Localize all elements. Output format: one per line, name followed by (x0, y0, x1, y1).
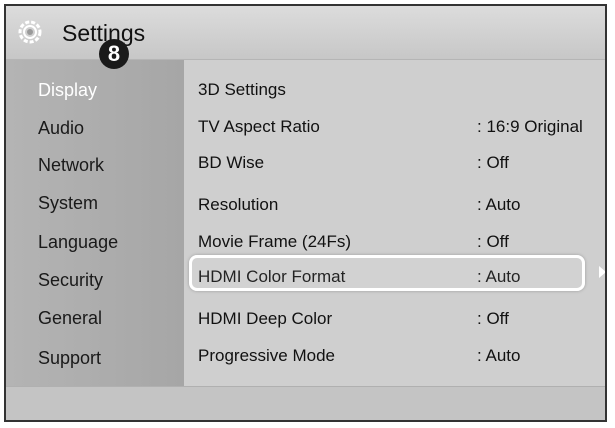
gear-icon (18, 20, 42, 44)
setting-row-progressive-mode[interactable]: Progressive Mode : Auto (198, 344, 598, 370)
selection-highlight (189, 255, 585, 291)
setting-value: : 16:9 Original (477, 117, 583, 136)
setting-value: : Off (477, 153, 509, 172)
sidebar-item-support[interactable]: Support (38, 348, 101, 369)
settings-sidebar: Display Audio Network System Language Se… (6, 60, 184, 386)
setting-value: : Off (477, 309, 509, 328)
setting-value: : Auto (477, 195, 521, 214)
setting-row-tv-aspect-ratio[interactable]: TV Aspect Ratio : 16:9 Original (198, 115, 598, 141)
setting-label: HDMI Deep Color (198, 309, 333, 328)
setting-row-hdmi-deep-color[interactable]: HDMI Deep Color : Off (198, 307, 598, 333)
sidebar-item-network[interactable]: Network (38, 155, 104, 176)
sidebar-item-general[interactable]: General (38, 308, 102, 329)
setting-label: BD Wise (198, 153, 265, 172)
setting-label: Progressive Mode (198, 346, 336, 365)
setting-row-3d-settings[interactable]: 3D Settings (198, 78, 598, 104)
sidebar-item-system[interactable]: System (38, 193, 98, 214)
chevron-right-icon[interactable] (599, 266, 605, 278)
sidebar-item-display[interactable]: Display (38, 80, 97, 101)
settings-window: Settings 8 Display Audio Network System … (4, 4, 607, 422)
sidebar-item-language[interactable]: Language (38, 232, 118, 253)
setting-row-bd-wise[interactable]: BD Wise : Off (198, 151, 598, 177)
setting-label: 3D Settings (198, 80, 286, 99)
display-settings-panel: 3D Settings TV Aspect Ratio : 16:9 Origi… (184, 60, 605, 386)
title-bar: Settings (6, 6, 605, 60)
sidebar-item-audio[interactable]: Audio (38, 118, 84, 139)
setting-row-resolution[interactable]: Resolution : Auto (198, 193, 598, 219)
setting-label: Movie Frame (24Fs) (198, 232, 352, 251)
sidebar-item-security[interactable]: Security (38, 270, 103, 291)
setting-value: : Off (477, 232, 509, 251)
setting-value: : Auto (477, 346, 521, 365)
step-marker-badge: 8 (99, 39, 129, 69)
setting-row-movie-frame[interactable]: Movie Frame (24Fs) : Off (198, 230, 598, 256)
setting-label: Resolution (198, 195, 279, 214)
footer-bar (6, 386, 605, 420)
setting-label: TV Aspect Ratio (198, 117, 320, 136)
